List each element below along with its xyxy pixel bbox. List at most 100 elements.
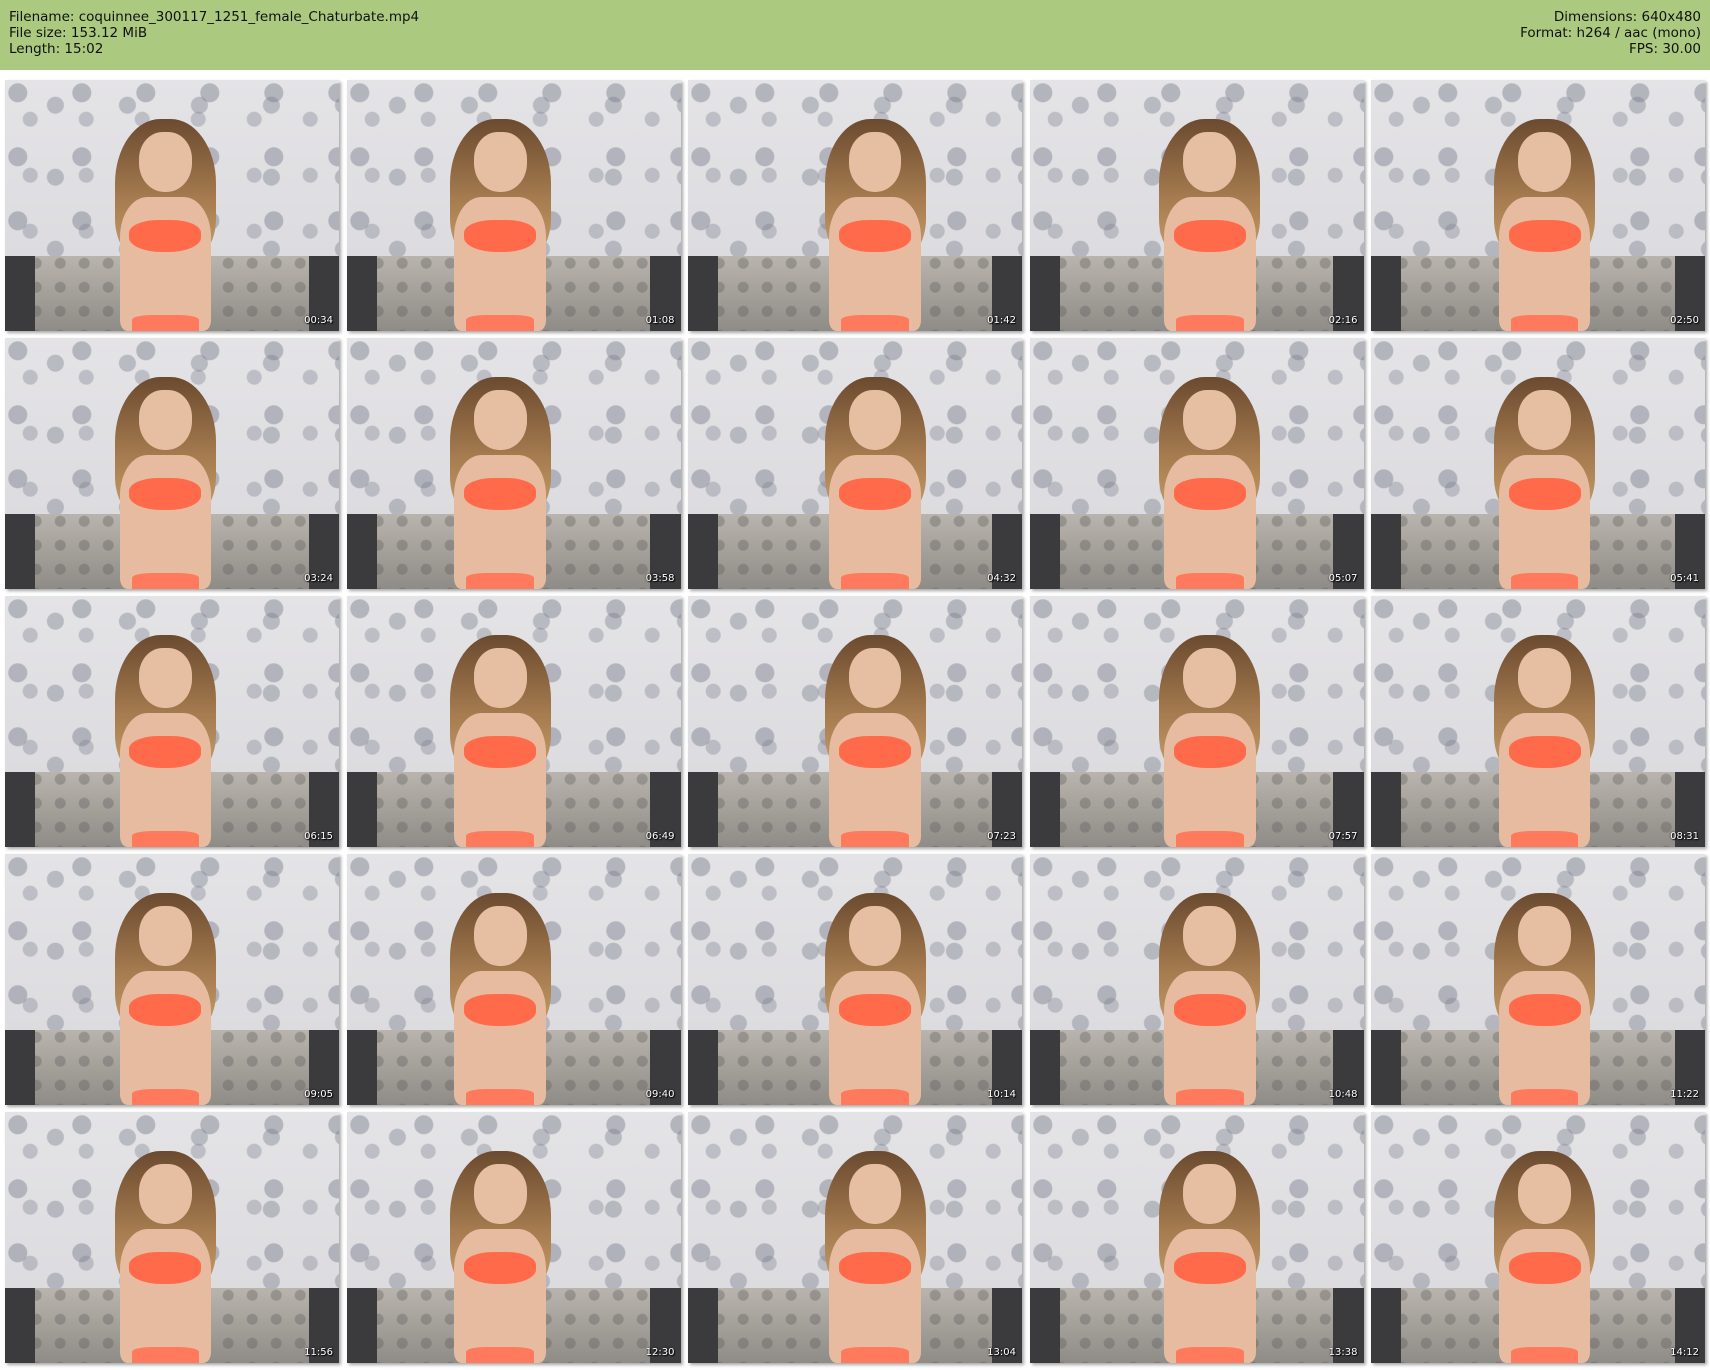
video-frame-thumbnail[interactable]: 06:49 (346, 596, 681, 847)
info-header: Filename: coquinnee_300117_1251_female_C… (0, 0, 1710, 70)
video-frame-thumbnail[interactable]: 09:40 (346, 854, 681, 1105)
video-frame-thumbnail[interactable]: 10:48 (1029, 854, 1364, 1105)
video-frame-thumbnail[interactable]: 13:38 (1029, 1112, 1364, 1363)
sofa-arm (346, 1287, 377, 1363)
video-frame-thumbnail[interactable]: 02:50 (1371, 80, 1705, 331)
figure-bottoms (466, 314, 534, 331)
video-frame-thumbnail[interactable]: 01:08 (346, 80, 681, 331)
video-frame-thumbnail[interactable]: 05:41 (1371, 338, 1705, 589)
frame-timestamp: 08:31 (1670, 831, 1699, 842)
file-meta-right: Dimensions: 640x480 Format: h264 / aac (… (1520, 9, 1701, 57)
figure-bra (464, 1252, 537, 1285)
person-figure (440, 358, 560, 589)
figure-bottoms (131, 830, 199, 847)
video-frame-thumbnail[interactable]: 07:57 (1029, 596, 1364, 847)
person-figure (1485, 616, 1605, 847)
frame-timestamp: 09:05 (304, 1089, 333, 1100)
video-frame-thumbnail[interactable]: 13:04 (688, 1112, 1022, 1363)
frame-timestamp: 03:58 (645, 573, 675, 584)
figure-bottoms (1510, 1346, 1579, 1363)
figure-body (1164, 455, 1256, 589)
sofa-arm (346, 513, 377, 589)
figure-bra (838, 220, 912, 253)
figure-body (1164, 971, 1256, 1105)
figure-face (1183, 132, 1237, 193)
figure-bra (464, 994, 537, 1027)
figure-bottoms (466, 572, 534, 589)
figure-body (829, 455, 921, 589)
figure-body (119, 1229, 211, 1363)
figure-face (473, 390, 527, 451)
figure-face (848, 648, 902, 709)
figure-bottoms (1176, 572, 1244, 589)
format-label: Format: h264 / aac (mono) (1520, 25, 1701, 41)
person-figure (440, 100, 560, 331)
sofa-arm (1371, 1287, 1402, 1363)
frame-timestamp: 07:23 (987, 831, 1016, 842)
person-figure (105, 616, 225, 847)
person-figure (1150, 616, 1270, 847)
video-frame-thumbnail[interactable]: 12:30 (346, 1112, 681, 1363)
figure-bottoms (1176, 1346, 1244, 1363)
figure-bra (838, 994, 912, 1027)
filesize-label: File size: 153.12 MiB (9, 25, 148, 41)
sofa-arm (5, 1029, 36, 1105)
fps-label: FPS: 30.00 (1629, 41, 1701, 57)
video-frame-thumbnail[interactable]: 11:56 (5, 1112, 339, 1363)
figure-body (1498, 713, 1591, 847)
video-frame-thumbnail[interactable]: 08:31 (1371, 596, 1705, 847)
figure-bra (129, 220, 202, 253)
video-frame-thumbnail[interactable]: 02:16 (1029, 80, 1364, 331)
frame-timestamp: 05:41 (1670, 573, 1699, 584)
frame-timestamp: 07:57 (1328, 831, 1358, 842)
sofa-arm (688, 513, 719, 589)
figure-bottoms (131, 1346, 199, 1363)
file-meta-left: Filename: coquinnee_300117_1251_female_C… (9, 9, 419, 57)
figure-bottoms (466, 830, 534, 847)
figure-face (848, 390, 902, 451)
frame-timestamp: 11:22 (1670, 1089, 1699, 1100)
length-label: Length: 15:02 (9, 41, 104, 57)
figure-bra (464, 478, 537, 511)
frame-timestamp: 06:49 (645, 831, 675, 842)
figure-bra (129, 736, 202, 769)
person-figure (815, 100, 935, 331)
video-frame-thumbnail[interactable]: 01:42 (688, 80, 1022, 331)
figure-bra (1173, 1252, 1246, 1285)
figure-face (1518, 132, 1572, 193)
video-frame-thumbnail[interactable]: 00:34 (5, 80, 339, 331)
figure-bra (838, 736, 912, 769)
figure-face (1183, 648, 1237, 709)
video-frame-thumbnail[interactable]: 05:07 (1029, 338, 1364, 589)
video-frame-thumbnail[interactable]: 09:05 (5, 854, 339, 1105)
video-frame-thumbnail[interactable]: 07:23 (688, 596, 1022, 847)
video-frame-thumbnail[interactable]: 11:22 (1371, 854, 1705, 1105)
video-frame-thumbnail[interactable]: 04:32 (688, 338, 1022, 589)
person-figure (815, 874, 935, 1105)
figure-body (454, 713, 546, 847)
person-figure (1485, 874, 1605, 1105)
person-figure (105, 358, 225, 589)
figure-bra (838, 1252, 912, 1285)
sofa-arm (1029, 513, 1060, 589)
frame-timestamp: 01:42 (987, 315, 1016, 326)
figure-bra (1173, 478, 1246, 511)
dimensions-label: Dimensions: 640x480 (1553, 9, 1701, 25)
frame-timestamp: 11:56 (304, 1347, 333, 1358)
video-frame-thumbnail[interactable]: 10:14 (688, 854, 1022, 1105)
figure-bottoms (841, 1088, 909, 1105)
figure-body (119, 455, 211, 589)
video-frame-thumbnail[interactable]: 03:24 (5, 338, 339, 589)
figure-bra (1173, 220, 1246, 253)
figure-body (829, 713, 921, 847)
figure-body (1498, 971, 1591, 1105)
video-frame-thumbnail[interactable]: 14:12 (1371, 1112, 1705, 1363)
figure-body (1498, 455, 1591, 589)
video-frame-thumbnail[interactable]: 03:58 (346, 338, 681, 589)
video-frame-thumbnail[interactable]: 06:15 (5, 596, 339, 847)
figure-bra (129, 478, 202, 511)
figure-body (454, 1229, 546, 1363)
sofa-arm (688, 1287, 719, 1363)
figure-bottoms (841, 572, 909, 589)
figure-bra (1508, 220, 1581, 253)
